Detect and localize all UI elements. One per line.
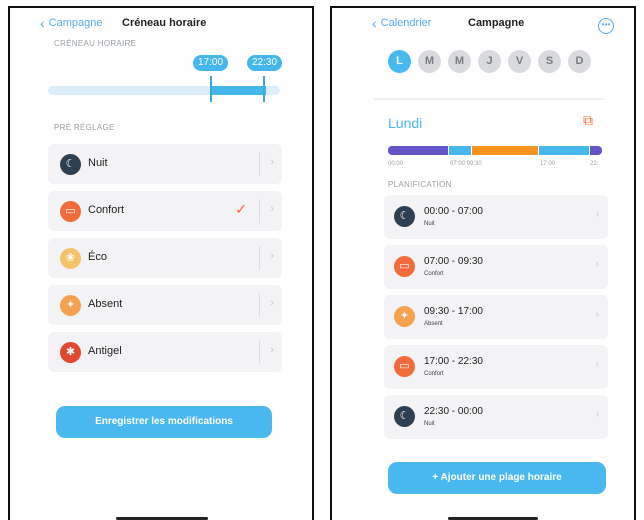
chevron-right-icon: › bbox=[270, 156, 274, 168]
slot-time: 07:00 - 09:30 bbox=[424, 256, 483, 267]
timeline-segment-confort bbox=[449, 146, 471, 155]
section-label-preset: PRÉ RÉGLAGE bbox=[54, 123, 115, 132]
timeline-segment-nuit bbox=[590, 146, 602, 155]
preset-antigel[interactable]: ✱ Antigel › bbox=[48, 332, 282, 372]
chevron-right-icon: › bbox=[595, 259, 599, 270]
slot-time: 17:00 - 22:30 bbox=[424, 356, 483, 367]
chevron-left-icon: ‹ bbox=[40, 15, 45, 31]
preset-label: Éco bbox=[88, 251, 107, 263]
end-time-bubble: 22:30 bbox=[247, 55, 283, 71]
timeline-tick: 00:00 bbox=[388, 161, 404, 167]
more-options-icon[interactable]: ••• bbox=[598, 18, 614, 34]
divider bbox=[374, 98, 604, 100]
sofa-icon: ▭ bbox=[394, 356, 415, 377]
day-lundi[interactable]: L bbox=[388, 50, 411, 73]
schedule-slot[interactable]: ☾ 22:30 - 00:00 Nuit › bbox=[384, 395, 608, 439]
schedule-slot[interactable]: ✦ 09:30 - 17:00 Absent › bbox=[384, 295, 608, 339]
snowflake-icon: ✱ bbox=[60, 342, 81, 363]
back-label: Calendrier bbox=[380, 17, 432, 29]
slot-mode: Absent bbox=[424, 321, 443, 327]
preset-nuit[interactable]: ☾ Nuit › bbox=[48, 144, 282, 184]
preset-confort[interactable]: ▭ Confort ✓ › bbox=[48, 191, 282, 231]
chevron-right-icon: › bbox=[270, 297, 274, 309]
slot-time: 09:30 - 17:00 bbox=[424, 306, 483, 317]
nav-bar: ‹ Campagne Créneau horaire bbox=[10, 14, 312, 34]
day-title: Lundi bbox=[388, 115, 423, 131]
slot-time: 22:30 - 00:00 bbox=[424, 406, 483, 417]
preset-label: Antigel bbox=[88, 345, 122, 357]
eco-icon: ❀ bbox=[60, 248, 81, 269]
day-mardi[interactable]: M bbox=[418, 50, 441, 73]
day-jeudi[interactable]: J bbox=[478, 50, 501, 73]
divider bbox=[259, 246, 260, 270]
divider bbox=[259, 152, 260, 176]
section-label-plan: PLANIFICATION bbox=[388, 180, 452, 189]
preset-label: Absent bbox=[88, 298, 123, 310]
section-label-slot: CRÉNEAU HORAIRE bbox=[54, 39, 137, 48]
divider bbox=[259, 293, 260, 317]
day-dimanche[interactable]: D bbox=[568, 50, 591, 73]
copy-icon[interactable]: ⧉ bbox=[583, 112, 593, 129]
nav-bar: ‹ Calendrier Campagne bbox=[332, 14, 634, 34]
day-vendredi[interactable]: V bbox=[508, 50, 531, 73]
sofa-icon: ▭ bbox=[60, 201, 81, 222]
page-title: Créneau horaire bbox=[122, 17, 207, 29]
chevron-left-icon: ‹ bbox=[372, 15, 377, 31]
sofa-icon: ▭ bbox=[394, 256, 415, 277]
day-samedi[interactable]: S bbox=[538, 50, 561, 73]
slot-mode: Nuit bbox=[424, 421, 435, 427]
slot-mode: Confort bbox=[424, 271, 444, 277]
start-handle[interactable] bbox=[210, 76, 212, 102]
chevron-right-icon: › bbox=[270, 203, 274, 215]
end-handle[interactable] bbox=[263, 76, 265, 102]
back-button[interactable]: ‹ Campagne bbox=[40, 15, 103, 31]
divider bbox=[259, 340, 260, 364]
preset-eco[interactable]: ❀ Éco › bbox=[48, 238, 282, 278]
chevron-right-icon: › bbox=[270, 250, 274, 262]
time-range-fill bbox=[212, 86, 266, 95]
chevron-right-icon: › bbox=[595, 359, 599, 370]
start-time-bubble: 17:00 bbox=[193, 55, 229, 71]
schedule-slot[interactable]: ☾ 00:00 - 07:00 Nuit › bbox=[384, 195, 608, 239]
chevron-right-icon: › bbox=[595, 209, 599, 220]
schedule-slot[interactable]: ▭ 07:00 - 09:30 Confort › bbox=[384, 245, 608, 289]
timeline-segment-confort bbox=[539, 146, 589, 155]
chevron-right-icon: › bbox=[595, 309, 599, 320]
moon-icon: ☾ bbox=[394, 406, 415, 427]
timeline-tick: 22: bbox=[590, 161, 599, 167]
timeline-segment-nuit bbox=[388, 146, 448, 155]
schedule-slot[interactable]: ▭ 17:00 - 22:30 Confort › bbox=[384, 345, 608, 389]
preset-label: Nuit bbox=[88, 157, 108, 169]
back-label: Campagne bbox=[48, 17, 103, 29]
slot-mode: Nuit bbox=[424, 221, 435, 227]
save-button[interactable]: Enregistrer les modifications bbox=[56, 406, 272, 438]
walking-icon: ✦ bbox=[60, 295, 81, 316]
page-title: Campagne bbox=[468, 17, 525, 29]
back-button[interactable]: ‹ Calendrier bbox=[372, 15, 432, 31]
checkmark-icon: ✓ bbox=[235, 201, 247, 217]
timeline-tick: 07:00 09:30 bbox=[450, 161, 482, 167]
timeline-tick: 17:00 bbox=[540, 161, 556, 167]
timeline-segment-absent bbox=[472, 146, 538, 155]
slot-editor-screen: ‹ Campagne Créneau horaire CRÉNEAU HORAI… bbox=[8, 6, 314, 520]
moon-icon: ☾ bbox=[394, 206, 415, 227]
preset-absent[interactable]: ✦ Absent › bbox=[48, 285, 282, 325]
walking-icon: ✦ bbox=[394, 306, 415, 327]
preset-label: Confort bbox=[88, 204, 125, 216]
add-slot-button[interactable]: + Ajouter une plage horaire bbox=[388, 462, 606, 494]
day-schedule-screen: ‹ Calendrier Campagne ••• L M M J V S D … bbox=[330, 6, 636, 520]
slot-time: 00:00 - 07:00 bbox=[424, 206, 483, 217]
chevron-right-icon: › bbox=[595, 409, 599, 420]
chevron-right-icon: › bbox=[270, 344, 274, 356]
slot-mode: Confort bbox=[424, 371, 444, 377]
day-mercredi[interactable]: M bbox=[448, 50, 471, 73]
moon-icon: ☾ bbox=[60, 154, 81, 175]
divider bbox=[259, 199, 260, 223]
